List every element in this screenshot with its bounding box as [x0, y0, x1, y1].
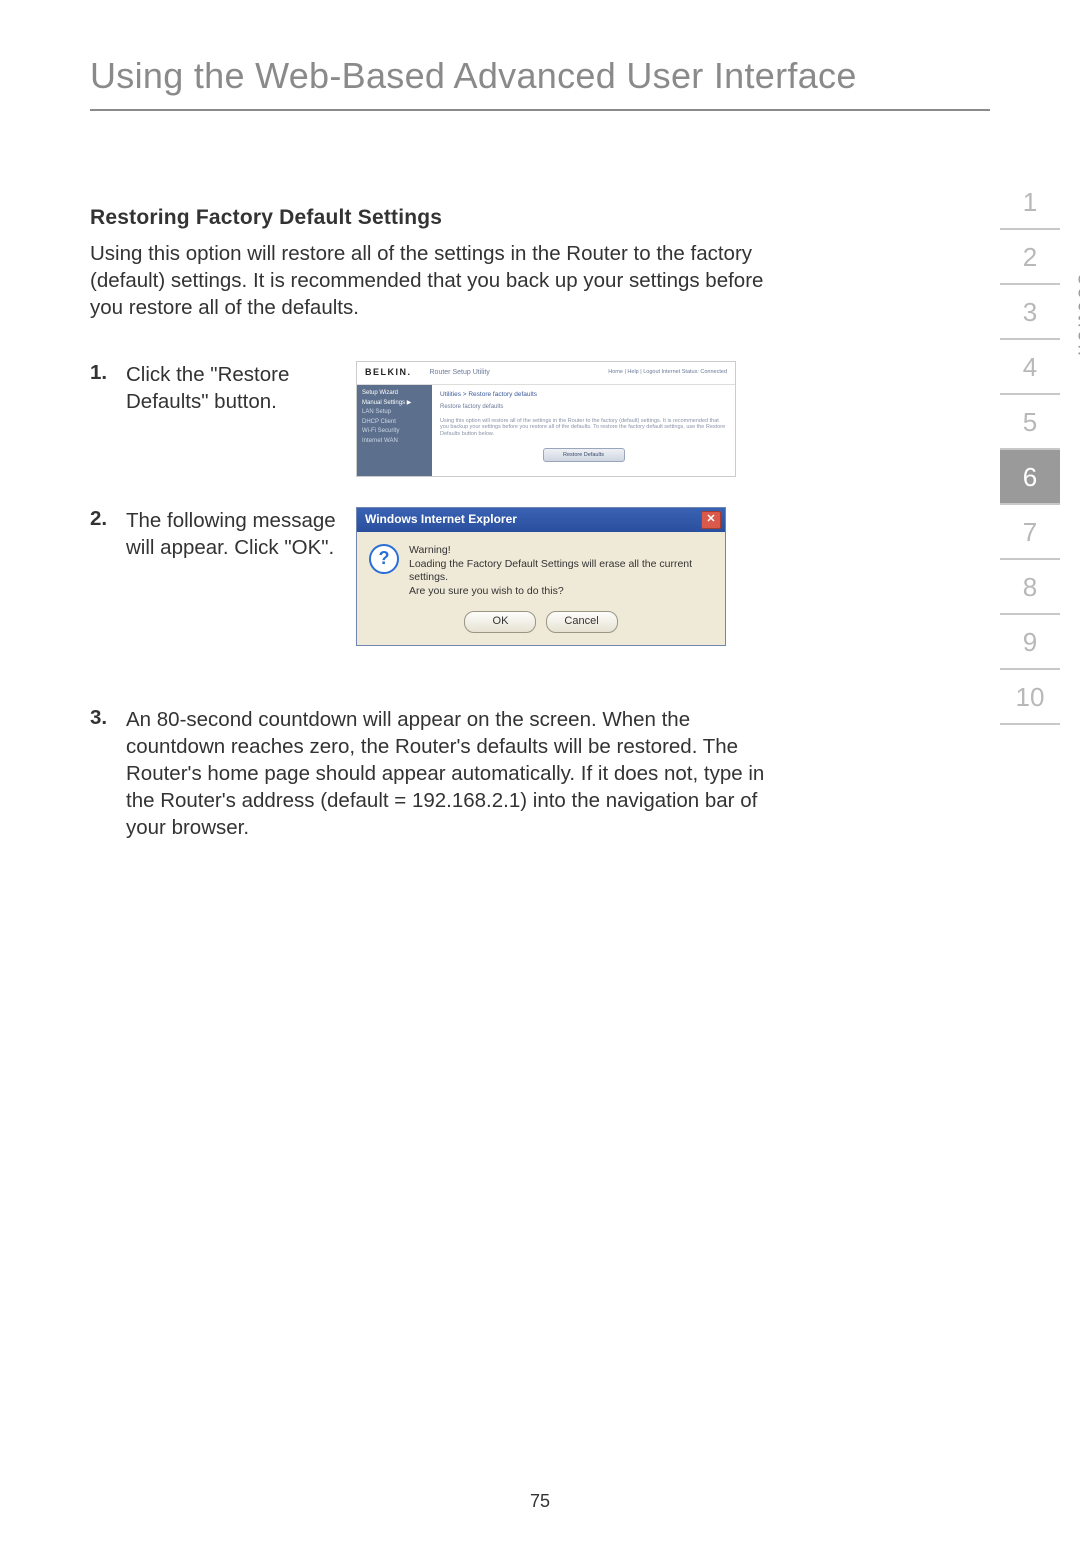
step-3: 3. An 80-second countdown will appear on…	[90, 706, 770, 841]
step-number: 1.	[90, 361, 126, 477]
section-nav-9[interactable]: 9	[1000, 615, 1060, 670]
dialog-message: Warning! Loading the Factory Default Set…	[409, 544, 713, 599]
section-nav-6[interactable]: 6	[1000, 450, 1060, 505]
section-nav-1[interactable]: 1	[1000, 175, 1060, 230]
dialog-title: Windows Internet Explorer	[365, 512, 517, 528]
sidebar-item: Manual Settings ▶	[362, 399, 427, 409]
section-nav-7[interactable]: 7	[1000, 505, 1060, 560]
intro-paragraph: Using this option will restore all of th…	[90, 240, 770, 321]
step-text: Click the "Restore Defaults" button.	[126, 361, 336, 477]
section-nav-8[interactable]: 8	[1000, 560, 1060, 615]
router-status-line: Home | Help | Logout Internet Status: Co…	[608, 369, 727, 376]
content-area: Restoring Factory Default Settings Using…	[90, 206, 990, 841]
page-number: 75	[0, 1491, 1080, 1512]
step-number: 3.	[90, 706, 126, 841]
page-title: Using the Web-Based Advanced User Interf…	[90, 55, 990, 111]
cancel-button[interactable]: Cancel	[546, 611, 618, 633]
router-panel-heading: Restore factory defaults	[440, 404, 727, 412]
step-1: 1. Click the "Restore Defaults" button. …	[90, 361, 770, 477]
router-utility-title: Router Setup Utility	[430, 368, 490, 377]
section-nav-3[interactable]: 3	[1000, 285, 1060, 340]
router-sidebar: Setup Wizard Manual Settings ▶ LAN Setup…	[357, 385, 432, 476]
dialog-titlebar: Windows Internet Explorer ✕	[357, 508, 725, 532]
section-nav-4[interactable]: 4	[1000, 340, 1060, 395]
dialog-line2: Are you sure you wish to do this?	[409, 585, 564, 597]
router-breadcrumb: Utilities > Restore factory defaults	[440, 391, 727, 400]
question-icon: ?	[369, 544, 399, 574]
manual-page: Using the Web-Based Advanced User Interf…	[0, 0, 1080, 1542]
belkin-logo: BELKIN.	[365, 367, 430, 379]
sidebar-item: Setup Wizard	[362, 389, 427, 399]
section-nav-10[interactable]: 10	[1000, 670, 1060, 725]
router-main-panel: Utilities > Restore factory defaults Res…	[432, 385, 735, 476]
step-text: An 80-second countdown will appear on th…	[126, 706, 770, 841]
sidebar-item: LAN Setup	[362, 408, 427, 418]
router-screenshot: BELKIN. Router Setup Utility Home | Help…	[356, 361, 770, 477]
dialog-screenshot: Windows Internet Explorer ✕ ? Warning! L…	[356, 507, 770, 646]
restore-defaults-button[interactable]: Restore Defaults	[543, 448, 625, 462]
ok-button[interactable]: OK	[464, 611, 536, 633]
section-label: section	[1072, 274, 1080, 358]
router-panel-description: Using this option will restore all of th…	[440, 418, 727, 439]
dialog-warning: Warning!	[409, 544, 451, 556]
subheading: Restoring Factory Default Settings	[90, 206, 990, 230]
sidebar-item: Wi-Fi Security	[362, 427, 427, 437]
steps-list: 1. Click the "Restore Defaults" button. …	[90, 361, 770, 841]
step-number: 2.	[90, 507, 126, 646]
dialog-line1: Loading the Factory Default Settings wil…	[409, 558, 692, 584]
sidebar-item: DHCP Client	[362, 418, 427, 428]
step-2: 2. The following message will appear. Cl…	[90, 507, 770, 646]
step-text: The following message will appear. Click…	[126, 507, 336, 646]
section-nav-2[interactable]: 2	[1000, 230, 1060, 285]
sidebar-item: Internet WAN	[362, 437, 427, 447]
section-nav-5[interactable]: 5	[1000, 395, 1060, 450]
close-icon[interactable]: ✕	[701, 511, 721, 529]
section-nav: 1 2 3 4 5 6 7 8 9 10	[1000, 175, 1060, 725]
